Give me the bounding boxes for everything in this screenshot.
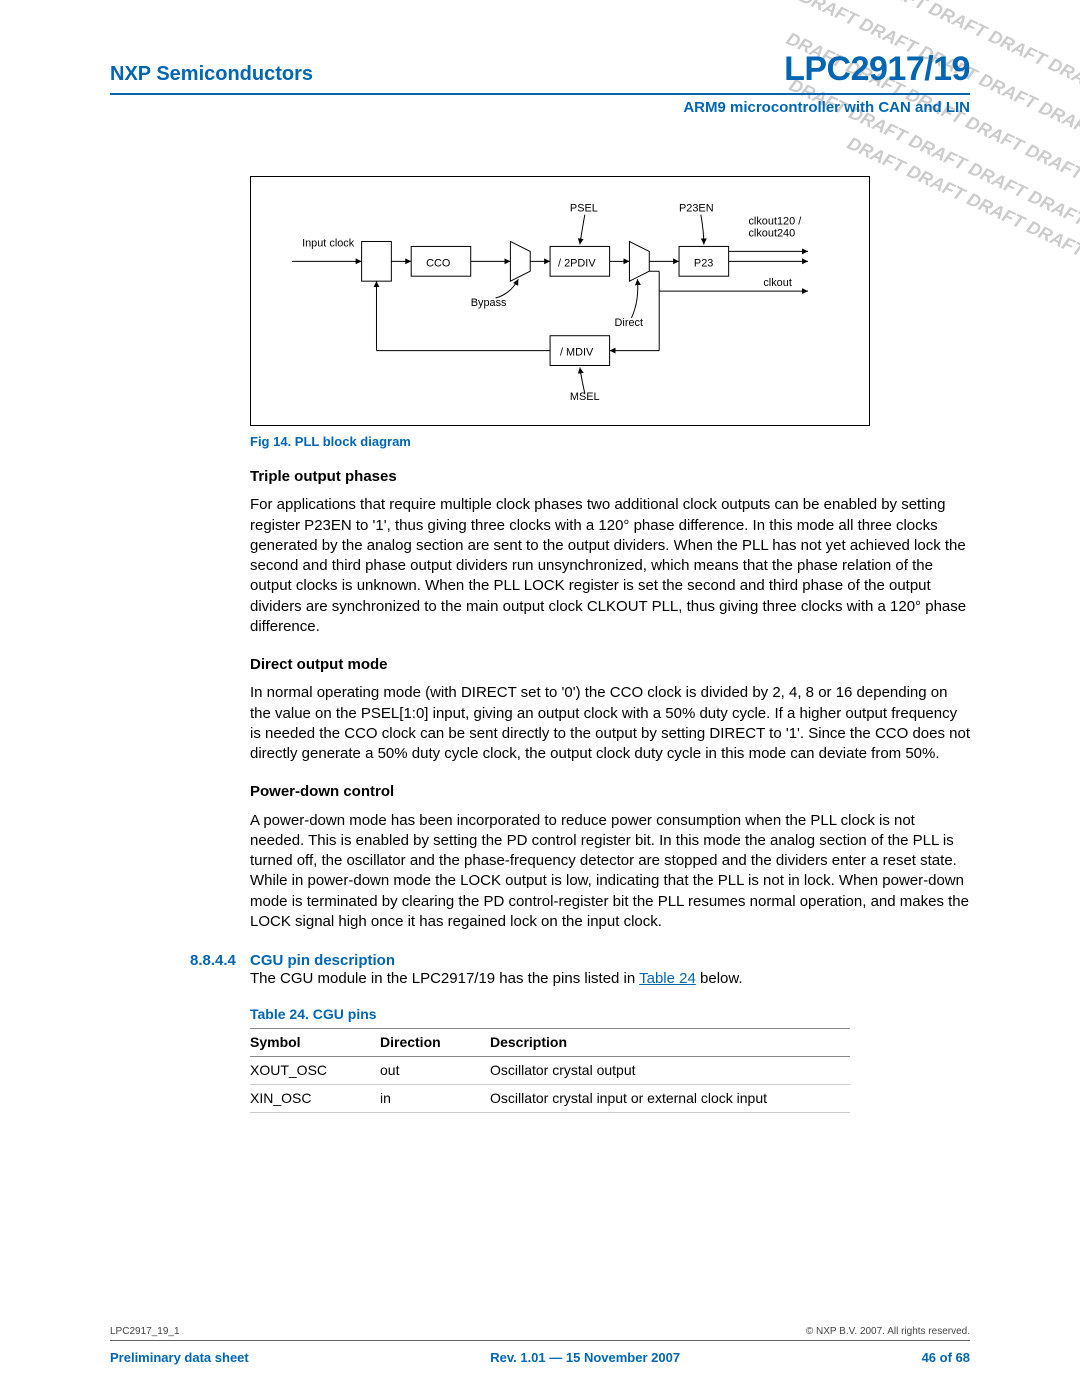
label-direct: Direct — [615, 317, 643, 329]
footer-main: Preliminary data sheet Rev. 1.01 — 15 No… — [110, 1350, 970, 1365]
th-direction: Direction — [380, 1029, 490, 1057]
table-caption: Table 24. CGU pins — [250, 1005, 970, 1024]
part-number: LPC2917/19 — [784, 50, 970, 89]
table-row: XOUT_OSC out Oscillator crystal output — [250, 1057, 850, 1085]
footer-right: 46 of 68 — [922, 1350, 970, 1365]
label-p23: P23 — [694, 257, 713, 269]
cgu-intro-pre: The CGU module in the LPC2917/19 has the… — [250, 970, 639, 987]
cell-description: Oscillator crystal input or external clo… — [490, 1084, 850, 1112]
company-name: NXP Semiconductors — [110, 63, 313, 86]
th-symbol: Symbol — [250, 1029, 380, 1057]
cell-direction: in — [380, 1084, 490, 1112]
figure-caption: Fig 14. PLL block diagram — [250, 434, 970, 449]
cgu-pins-table: Symbol Direction Description XOUT_OSC ou… — [250, 1028, 850, 1113]
section-number: 8.8.4.4 — [190, 952, 250, 969]
label-psel: PSEL — [570, 203, 598, 215]
footer-rule — [110, 1340, 970, 1341]
cell-symbol: XIN_OSC — [250, 1084, 380, 1112]
footer-center: Rev. 1.01 — 15 November 2007 — [490, 1350, 680, 1365]
cell-symbol: XOUT_OSC — [250, 1057, 380, 1085]
cgu-intro-post: below. — [696, 970, 743, 987]
para-power-down: A power-down mode has been incorporated … — [250, 811, 970, 933]
label-2pdiv: / 2PDIV — [558, 257, 596, 269]
label-cco: CCO — [426, 257, 450, 269]
para-triple-output: For applications that require multiple c… — [250, 495, 970, 637]
footer-docid: LPC2917_19_1 — [110, 1326, 180, 1337]
label-p23en: P23EN — [679, 203, 714, 215]
th-description: Description — [490, 1029, 850, 1057]
table-24-link[interactable]: Table 24 — [639, 970, 696, 987]
label-bypass: Bypass — [471, 297, 507, 309]
label-clkout240: clkout240 — [748, 228, 795, 240]
label-mdiv: / MDIV — [560, 347, 594, 359]
heading-triple-output: Triple output phases — [250, 467, 970, 487]
table-row: XIN_OSC in Oscillator crystal input or e… — [250, 1084, 850, 1112]
footer-small: LPC2917_19_1 © NXP B.V. 2007. All rights… — [110, 1326, 970, 1337]
footer-copyright: © NXP B.V. 2007. All rights reserved. — [806, 1326, 970, 1337]
section-title-cgu: CGU pin description — [250, 952, 395, 969]
label-input-clock: Input clock — [302, 237, 355, 249]
cell-direction: out — [380, 1057, 490, 1085]
para-cgu-intro: The CGU module in the LPC2917/19 has the… — [250, 969, 970, 989]
para-direct-output: In normal operating mode (with DIRECT se… — [250, 683, 970, 764]
cell-description: Oscillator crystal output — [490, 1057, 850, 1085]
heading-direct-output: Direct output mode — [250, 655, 970, 675]
footer-left: Preliminary data sheet — [110, 1350, 249, 1365]
label-clkout: clkout — [763, 277, 792, 289]
label-clkout120: clkout120 / — [748, 216, 802, 228]
heading-power-down: Power-down control — [250, 782, 970, 802]
page-header: NXP Semiconductors LPC2917/19 — [110, 50, 970, 95]
figure-pll-block-diagram: Input clock CCO Bypass / 2PDIV PSEL — [250, 176, 870, 426]
page-subtitle: ARM9 microcontroller with CAN and LIN — [110, 99, 970, 116]
